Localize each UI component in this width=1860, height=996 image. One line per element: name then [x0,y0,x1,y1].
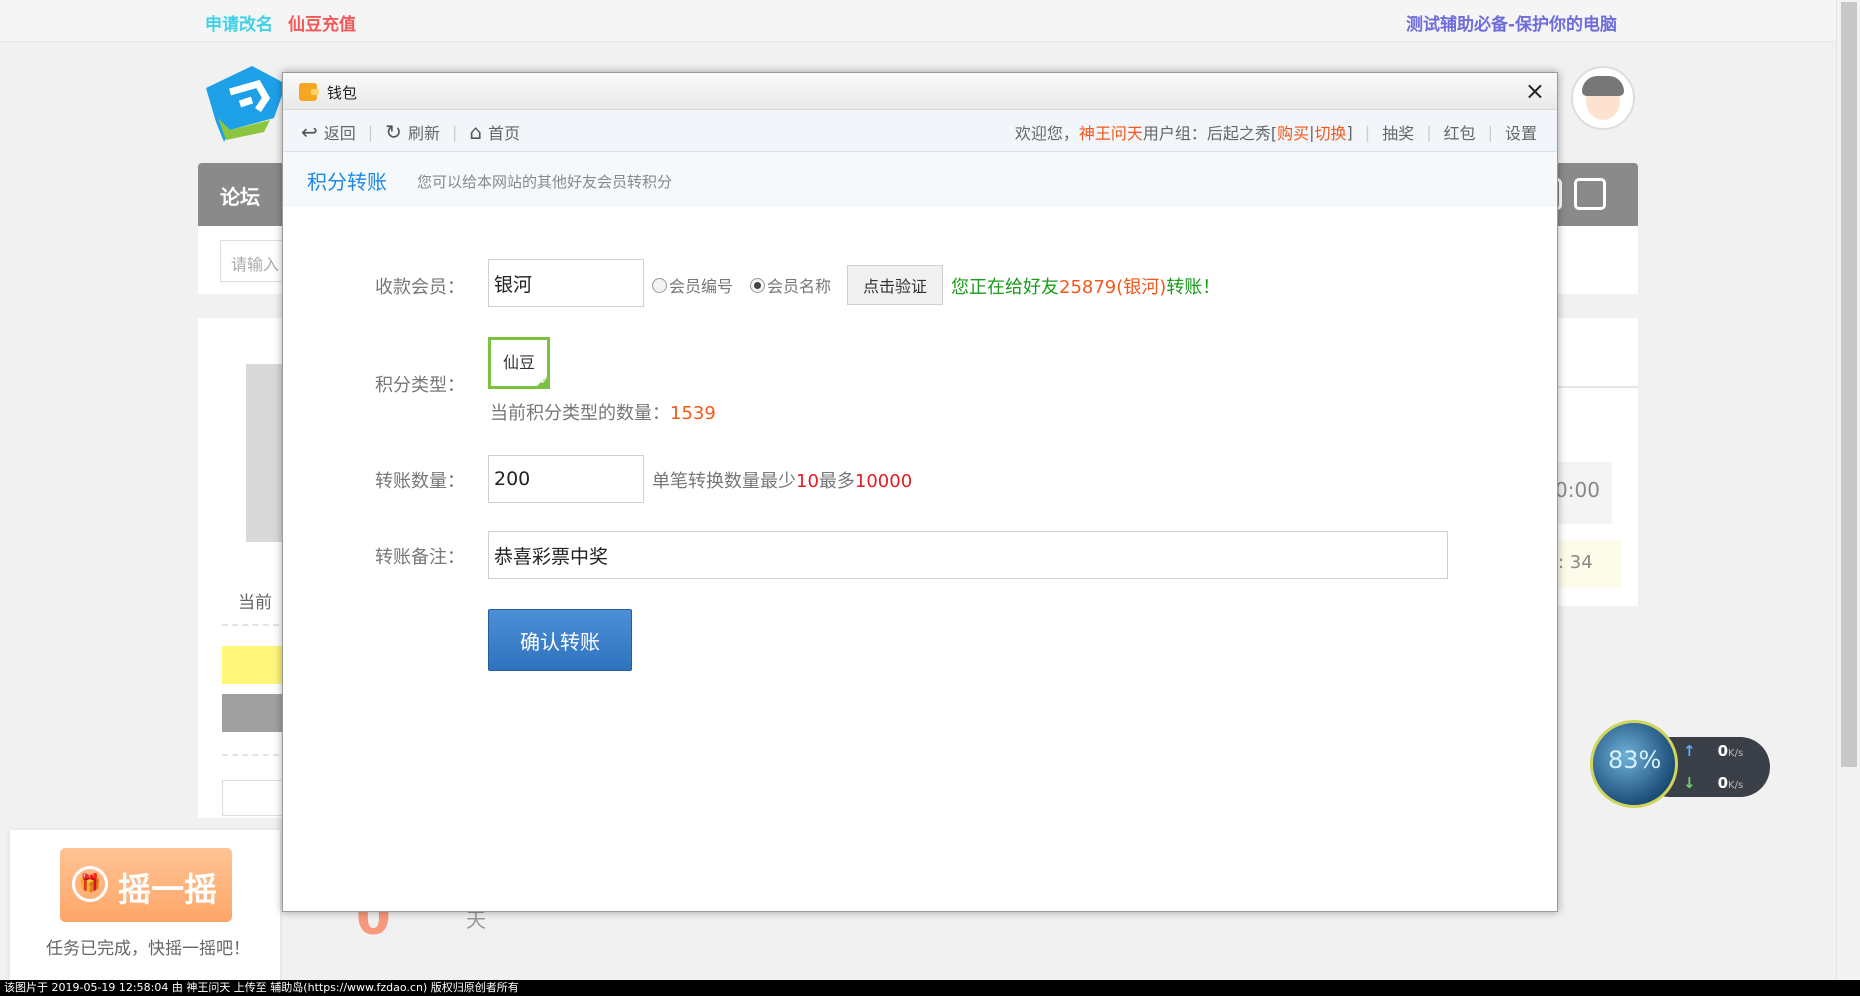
back-arrow-icon: ↩ [301,120,318,144]
lottery-link[interactable]: 抽奖 [1382,120,1414,144]
credit-count-value: 1539 [670,403,716,424]
watermark-footer: 该图片于 2019-05-19 12:58:04 由 神王问天 上传至 辅助岛(… [0,980,1860,996]
username-link[interactable]: 神王问天 [1079,120,1143,144]
amount-label: 转账数量： [375,471,465,492]
wallet-dialog: 钱包 × ↩ 返回 | ↻ 刷新 | ⌂ 首页 欢迎您， 神王问天 用户组：后起之秀[… [282,72,1558,912]
group-end: ] [1346,122,1353,142]
note-input[interactable] [488,531,1448,579]
site-logo-icon [206,66,286,142]
radio-dot[interactable] [652,277,667,293]
download-unit: K/s [1728,780,1744,791]
section-title: 积分转账 [307,170,387,194]
time-value: 0:00 [1555,478,1600,502]
top-bar: 申请改名 仙豆充值 测试辅助必备-保护你的电脑 [0,0,1836,42]
dialog-title: 钱包 [327,84,358,102]
redpacket-link[interactable]: 红包 [1444,120,1476,144]
welcome-text: 欢迎您， [1014,124,1079,143]
separator: | [1426,122,1432,142]
radio-member-id-label: 会员编号 [669,277,734,296]
check-icon: ✓ [534,373,550,389]
amount-hint-mid: 最多 [818,471,855,492]
current-label: 当前 [238,593,272,613]
verify-message: 您正在给好友25879(银河)转账！ [951,273,1220,299]
shake-widget: 🎁 摇一摇 任务已完成，快摇一摇吧！ [10,830,280,980]
back-label: 返回 [323,124,356,143]
network-speed-widget[interactable]: 83% ↑ 0K/s ↓ 0K/s [1590,720,1770,812]
refresh-label: 刷新 [407,124,440,143]
upload-unit: K/s [1728,748,1744,759]
separator: | [451,122,458,142]
verify-msg-prefix: 您正在给好友 [951,277,1059,298]
verify-msg-suffix: 转账！ [1166,277,1221,298]
switch-link[interactable]: 切换 [1315,120,1347,144]
verify-button[interactable]: 点击验证 [847,265,943,305]
home-button[interactable]: ⌂ 首页 [469,120,520,144]
upload-speed: ↑ 0K/s [1683,742,1743,760]
amount-max: 10000 [854,471,913,492]
toolbar-user-info: 欢迎您， 神王问天 用户组：后起之秀[ 购买 | 切换 ] | 抽奖 | 红包 … [1015,120,1537,144]
home-icon: ⌂ [469,120,483,144]
upload-value: 0 [1717,742,1729,760]
section-description: 您可以给本网站的其他好友会员转积分 [417,173,673,191]
recharge-link[interactable]: 仙豆充值 [288,10,356,35]
credit-type-option[interactable]: 仙豆 ✓ [488,337,550,389]
separator: | [1364,122,1371,142]
refresh-button[interactable]: ↻ 刷新 [385,120,440,144]
profile-image [246,364,286,542]
radio-member-id[interactable]: 会员编号 [652,273,733,297]
page-scrollbar[interactable] [1836,0,1860,980]
refresh-icon: ↻ [385,120,402,144]
download-value: 0 [1717,774,1729,792]
wallet-icon [299,83,319,101]
user-group-text: 用户组：后起之秀[ [1142,124,1278,143]
close-icon[interactable]: × [1525,77,1545,105]
back-button[interactable]: ↩ 返回 [301,120,356,144]
dialog-titlebar[interactable]: 钱包 × [283,73,1557,110]
recipient-label: 收款会员： [375,277,465,298]
shake-button-label: 摇一摇 [118,870,217,909]
recipient-input[interactable] [488,259,644,307]
edit-icon[interactable] [1574,178,1606,210]
gift-icon: 🎁 [72,866,108,902]
radio-member-name-label: 会员名称 [767,277,832,296]
note-label: 转账备注： [375,547,465,568]
radio-dot-selected[interactable] [750,277,765,293]
amount-input[interactable] [488,455,644,503]
buy-link[interactable]: 购买 [1277,120,1309,144]
dialog-toolbar: ↩ 返回 | ↻ 刷新 | ⌂ 首页 欢迎您， 神王问天 用户组：后起之秀[ 购买 |… [283,110,1557,152]
credit-type-label: 积分类型： [375,375,465,396]
separator: | [367,122,374,142]
amount-min: 10 [796,471,819,492]
upload-arrow-icon: ↑ [1683,742,1696,760]
credit-type-option-label: 仙豆 [502,353,535,372]
confirm-transfer-button[interactable]: 确认转账 [488,609,632,671]
scrollbar-thumb[interactable] [1841,2,1857,767]
credit-count-label: 当前积分类型的数量： [490,403,670,424]
shake-tip: 任务已完成，快摇一摇吧！ [46,939,250,959]
num-value: : 34 [1558,552,1593,573]
separator: | [1487,122,1493,142]
shake-button[interactable]: 🎁 摇一摇 [60,848,232,922]
nav-forum-title[interactable]: 论坛 [220,181,260,210]
amount-hint: 单笔转换数量最少10最多10000 [652,467,912,493]
user-avatar[interactable] [1571,66,1635,130]
settings-link[interactable]: 设置 [1505,120,1537,144]
avatar-hair [1582,76,1624,96]
home-label: 首页 [488,124,521,143]
toolbar-nav: ↩ 返回 | ↻ 刷新 | ⌂ 首页 [301,120,520,144]
download-speed: ↓ 0K/s [1683,774,1743,792]
memory-percent: 83% [1608,746,1662,774]
amount-hint-prefix: 单笔转换数量最少 [652,471,796,492]
section-header: 积分转账 您可以给本网站的其他好友会员转积分 [283,152,1557,206]
protect-link[interactable]: 测试辅助必备-保护你的电脑 [1406,10,1617,35]
radio-member-name[interactable]: 会员名称 [750,273,831,297]
download-arrow-icon: ↓ [1683,774,1696,792]
credit-count: 当前积分类型的数量：1539 [490,399,716,425]
rename-link[interactable]: 申请改名 [205,10,273,35]
verify-msg-target: 25879(银河) [1059,277,1167,298]
